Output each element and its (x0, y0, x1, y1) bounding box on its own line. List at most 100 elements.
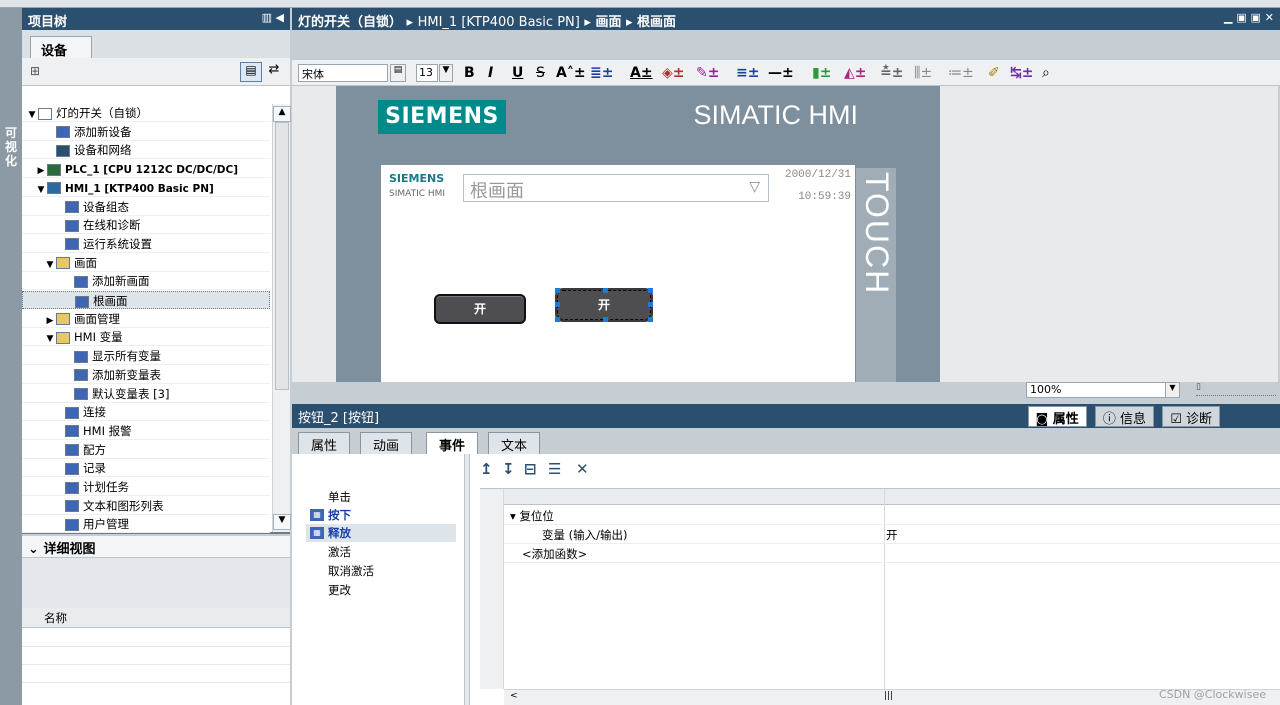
tab-properties-main[interactable]: ◙ 属性 (1027, 406, 1087, 427)
align-icon[interactable]: ≣± (590, 63, 613, 83)
resize-handle[interactable] (555, 317, 560, 322)
font-size-select[interactable]: 13 (416, 64, 438, 82)
breadcrumb-1[interactable]: HMI_1 [KTP400 Basic PN] (418, 15, 580, 30)
chevron-down-icon[interactable]: ▼ (439, 64, 453, 82)
resize-handle[interactable] (555, 302, 560, 307)
tree-item[interactable]: 根画面 (22, 291, 270, 309)
resize-handle[interactable] (648, 302, 653, 307)
tree-item[interactable]: 运行系统设置 (22, 235, 270, 253)
tree-item[interactable]: ▼ HMI_1 [KTP400 Basic PN] (22, 179, 270, 197)
chevron-down-icon[interactable]: ▼ (1165, 382, 1180, 398)
layer-icon[interactable]: ↹± (1010, 63, 1033, 83)
resize-handle[interactable] (603, 288, 608, 293)
tree-refresh-icon[interactable]: ⇄ (264, 62, 284, 82)
tree-item[interactable]: 默认变量表 [3] (22, 385, 270, 403)
tree-filter-icon[interactable]: ⊞ (30, 64, 40, 78)
expand-down-icon[interactable]: ▼ (44, 256, 56, 274)
expand-down-icon[interactable]: ▼ (26, 106, 38, 124)
font-family-select[interactable]: 宋体 (298, 64, 388, 82)
event-release[interactable]: ▦ 释放 (306, 524, 456, 542)
expand-all-icon[interactable]: ☰ (548, 460, 561, 478)
hmi-screen[interactable]: SIEMENS SIMATIC HMI 根画面 ▽ 2000/12/31 10:… (381, 165, 855, 382)
italic-icon[interactable]: I (488, 63, 493, 83)
strikethrough-icon[interactable]: S (536, 63, 545, 83)
tab-text[interactable]: 文本 (488, 432, 541, 454)
tree-item[interactable]: 连接 (22, 403, 270, 422)
breadcrumb-2[interactable]: 画面 (595, 15, 621, 30)
bold-icon[interactable]: B (464, 63, 475, 83)
screen-editor-canvas[interactable]: SIEMENS SIMATIC HMI TOUCH SIEMENS SIMATI… (292, 86, 1278, 382)
tab-animation[interactable]: 动画 (360, 432, 413, 454)
tree-item[interactable]: 配方 (22, 441, 270, 459)
hmi-button-1[interactable]: 开 (434, 294, 526, 324)
tree-item[interactable]: 显示所有变量 (22, 347, 270, 366)
tree-item[interactable]: ▼ HMI 变量 (22, 328, 270, 348)
breadcrumb-0[interactable]: 灯的开关（自锁） (298, 15, 402, 30)
tree-item[interactable]: 计划任务 (22, 478, 270, 496)
tree-item[interactable]: HMI 报警 (22, 422, 270, 440)
scroll-up-icon[interactable]: ▲ (273, 106, 291, 122)
scroll-thumb[interactable] (275, 122, 289, 390)
tree-item[interactable]: ▼ 灯的开关（自锁） (22, 104, 270, 122)
tab-devices[interactable]: 设备 (30, 36, 92, 59)
scroll-down-icon[interactable]: ▼ (273, 514, 291, 530)
event-activate[interactable]: 激活 (306, 543, 456, 561)
breadcrumb-3[interactable]: 根画面 (637, 15, 676, 30)
fill-pattern-icon[interactable]: ▮± (812, 63, 831, 83)
overview-view-icon[interactable]: ▤ (240, 62, 262, 82)
tab-info[interactable]: ⓘ 信息 (1094, 406, 1155, 427)
hmi-button-2-selected[interactable]: 开 (555, 288, 653, 322)
scroll-thumb[interactable]: ||| (884, 691, 893, 701)
function-row-reset-bit[interactable]: ▾ 复位位 (504, 507, 1280, 525)
tree-item[interactable]: 添加新设备 (22, 123, 270, 141)
screen-selector[interactable]: 根画面 ▽ (463, 174, 769, 202)
shape-icon[interactable]: ◭± (844, 63, 867, 83)
align-objects-icon[interactable]: ⫼± (914, 63, 932, 83)
font-color-icon[interactable]: A± (630, 63, 653, 83)
tree-item[interactable]: 设备组态 (22, 198, 270, 216)
collapse-all-icon[interactable]: ⊟ (524, 460, 537, 478)
delete-icon[interactable]: ✕ (576, 460, 589, 478)
tab-diagnostics[interactable]: ☑ 诊断 (1162, 406, 1220, 427)
resize-handle[interactable] (603, 317, 608, 322)
paint-icon[interactable]: ✐ (988, 63, 1000, 83)
resize-handle[interactable] (648, 288, 653, 293)
tree-item[interactable]: 添加新变量表 (22, 366, 270, 384)
event-click[interactable]: 单击 (306, 488, 456, 506)
move-up-icon[interactable]: ↥ (480, 460, 493, 478)
expand-right-icon[interactable]: ▶ (35, 162, 47, 180)
expand-right-icon[interactable]: ▶ (44, 312, 56, 330)
window-controls-icon[interactable]: ▁ ▣ ▣ ✕ (1224, 11, 1274, 24)
font-grow-icon[interactable]: A˄± (556, 63, 586, 83)
tab-events[interactable]: 事件 (426, 432, 479, 455)
line-width-icon[interactable]: —± (768, 63, 794, 83)
chevron-down-icon[interactable]: ⌄ (28, 542, 39, 557)
tree-item[interactable]: 在线和诊断 (22, 216, 270, 235)
param-value[interactable]: 开 (886, 526, 898, 544)
chevron-down-icon[interactable]: ▽ (749, 179, 760, 195)
zoom-tool-icon[interactable]: ⌕ (1042, 63, 1050, 83)
line-color-icon[interactable]: ✎± (696, 63, 719, 83)
tree-item[interactable]: 文本和图形列表 (22, 497, 270, 515)
tree-item[interactable]: 记录 (22, 459, 270, 478)
event-press[interactable]: ▦ 按下 (306, 506, 456, 524)
underline-icon[interactable]: U (512, 63, 523, 83)
collapse-panel-icon[interactable]: ▥ ◀ (262, 11, 284, 24)
visualization-side-tab[interactable]: 可视化 (0, 8, 22, 705)
scroll-left-icon[interactable]: < (510, 691, 518, 701)
zoom-input[interactable]: 100% (1026, 382, 1166, 398)
tree-item[interactable]: ▼ 画面 (22, 254, 270, 272)
detail-view-header[interactable]: ⌄ 详细视图 (22, 536, 290, 558)
tree-item[interactable]: ▶ 画面管理 (22, 310, 270, 328)
distribute-icon[interactable]: ≛± (880, 63, 903, 83)
resize-handle[interactable] (555, 288, 560, 293)
tree-item[interactable]: 用户管理 (22, 515, 270, 534)
tree-scrollbar[interactable]: ▲ ▼ (272, 104, 291, 532)
zoom-slider[interactable]: ▯ (1196, 382, 1276, 396)
fill-color-icon[interactable]: ◈± (662, 63, 685, 83)
tree-item[interactable]: ▶ PLC_1 [CPU 1212C DC/DC/DC] (22, 160, 270, 180)
move-down-icon[interactable]: ↧ (502, 460, 515, 478)
expand-down-icon[interactable]: ▼ (44, 330, 56, 348)
function-param-row[interactable]: 变量 (输入/输出) 开 (504, 526, 1280, 544)
tree-item[interactable]: 添加新画面 (22, 272, 270, 291)
